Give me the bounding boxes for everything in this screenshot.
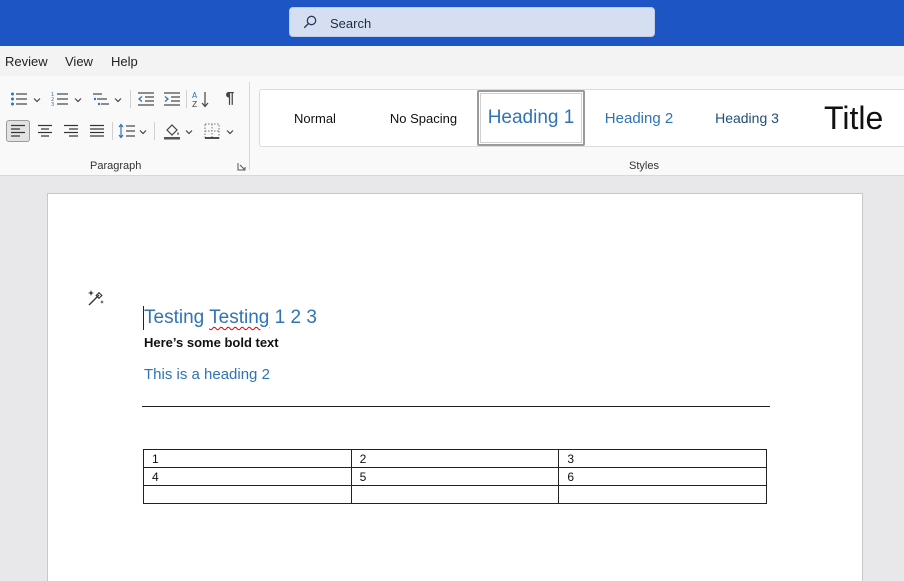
table-cell[interactable]: 1 bbox=[143, 449, 352, 468]
divider bbox=[112, 122, 113, 140]
chevron-down-icon[interactable] bbox=[74, 96, 82, 104]
document-heading-1[interactable]: Testing Testing 1 2 3 bbox=[144, 307, 317, 329]
heading-1-text-end: 1 2 3 bbox=[269, 307, 317, 328]
style-no-spacing-label: No Spacing bbox=[389, 110, 458, 126]
style-heading-1[interactable]: Heading 1 bbox=[477, 90, 585, 146]
table-cell[interactable]: 2 bbox=[350, 449, 560, 468]
divider bbox=[186, 90, 187, 108]
tab-help[interactable]: Help bbox=[111, 54, 138, 69]
shading-button[interactable] bbox=[160, 120, 184, 142]
divider bbox=[154, 122, 155, 140]
svg-text:Z: Z bbox=[192, 100, 197, 108]
table-cell[interactable] bbox=[558, 485, 767, 504]
tab-view[interactable]: View bbox=[65, 54, 93, 69]
table-row bbox=[143, 485, 767, 504]
line-spacing-button[interactable] bbox=[115, 120, 139, 142]
table-row: 123 bbox=[143, 449, 767, 468]
style-heading-2-label: Heading 2 bbox=[604, 109, 674, 127]
document-heading-2[interactable]: This is a heading 2 bbox=[144, 366, 270, 383]
style-normal[interactable]: Normal bbox=[260, 90, 370, 146]
increase-indent-button[interactable] bbox=[160, 88, 184, 110]
bullet-list-icon bbox=[11, 92, 27, 106]
decrease-indent-button[interactable] bbox=[134, 88, 158, 110]
table-cell[interactable]: 4 bbox=[143, 467, 352, 486]
style-normal-label: Normal bbox=[294, 110, 336, 126]
borders-icon bbox=[204, 123, 220, 139]
misspelled-word[interactable]: Testing bbox=[209, 307, 269, 328]
multilevel-list-button[interactable] bbox=[89, 88, 113, 110]
decrease-indent-icon bbox=[137, 92, 154, 106]
chevron-down-icon[interactable] bbox=[139, 128, 147, 136]
chevron-down-icon[interactable] bbox=[185, 128, 193, 136]
borders-button[interactable] bbox=[200, 120, 224, 142]
table-cell[interactable] bbox=[143, 485, 352, 504]
multilevel-list-icon bbox=[93, 93, 109, 106]
document-page[interactable]: Testing Testing 1 2 3 Here’s some bold t… bbox=[47, 193, 863, 581]
line-spacing-icon bbox=[118, 123, 135, 139]
paragraph-group-label: Paragraph bbox=[90, 160, 142, 172]
align-right-button[interactable] bbox=[59, 120, 83, 142]
pilcrow-icon: ¶ bbox=[225, 90, 235, 107]
horizontal-rule bbox=[142, 406, 770, 407]
numbering-button[interactable]: 1 2 3 bbox=[48, 88, 72, 110]
search-placeholder: Search bbox=[330, 16, 372, 31]
align-left-button[interactable] bbox=[6, 120, 30, 142]
bullets-button[interactable] bbox=[7, 88, 31, 110]
chevron-down-icon[interactable] bbox=[114, 96, 122, 104]
search-icon bbox=[303, 15, 317, 29]
increase-indent-icon bbox=[164, 92, 180, 106]
styles-group-label: Styles bbox=[629, 160, 659, 172]
table-cell[interactable]: 3 bbox=[558, 449, 767, 468]
ribbon: 1 2 3 A Z ¶ Paragraph Normal No Spacing … bbox=[0, 76, 904, 176]
chevron-down-icon[interactable] bbox=[226, 128, 234, 136]
table-cell[interactable]: 6 bbox=[558, 467, 767, 486]
align-center-icon bbox=[38, 124, 52, 137]
bold-paragraph[interactable]: Here’s some bold text bbox=[144, 335, 279, 350]
styles-gallery: Normal No Spacing Heading 1 Heading 2 He… bbox=[259, 89, 904, 147]
paint-bucket-icon bbox=[164, 124, 180, 140]
heading-1-text: Testing bbox=[144, 307, 210, 328]
svg-text:3: 3 bbox=[51, 102, 54, 107]
style-heading-2[interactable]: Heading 2 bbox=[585, 90, 693, 146]
table-cell[interactable] bbox=[350, 485, 560, 504]
search-box[interactable]: Search bbox=[289, 7, 655, 37]
dialog-launcher-icon[interactable] bbox=[237, 162, 246, 171]
numbered-list-icon: 1 2 3 bbox=[51, 92, 68, 107]
divider bbox=[130, 90, 131, 108]
style-no-spacing[interactable]: No Spacing bbox=[370, 90, 477, 146]
style-heading-1-label: Heading 1 bbox=[487, 107, 575, 128]
justify-icon bbox=[90, 124, 104, 137]
document-table[interactable]: 123456 bbox=[143, 449, 767, 504]
table-row: 456 bbox=[143, 467, 767, 486]
style-heading-3[interactable]: Heading 3 bbox=[693, 90, 801, 146]
table-cell[interactable]: 5 bbox=[350, 467, 560, 486]
style-title[interactable]: Title bbox=[801, 90, 904, 146]
show-formatting-button[interactable]: ¶ bbox=[218, 88, 242, 110]
style-title-label: Title bbox=[824, 99, 884, 136]
chevron-down-icon[interactable] bbox=[33, 96, 41, 104]
align-right-icon bbox=[64, 124, 78, 137]
svg-text:A: A bbox=[192, 91, 198, 100]
style-heading-3-label: Heading 3 bbox=[715, 110, 779, 126]
align-center-button[interactable] bbox=[33, 120, 57, 142]
ribbon-tabs: Review View Help bbox=[0, 46, 904, 76]
group-separator bbox=[249, 82, 250, 170]
title-bar: Search bbox=[0, 0, 904, 46]
sort-az-icon: A Z bbox=[192, 91, 209, 108]
tab-review[interactable]: Review bbox=[5, 54, 48, 69]
justify-button[interactable] bbox=[85, 120, 109, 142]
sort-button[interactable]: A Z bbox=[189, 88, 213, 110]
align-left-icon bbox=[11, 124, 25, 137]
magic-wand-icon[interactable] bbox=[86, 288, 106, 308]
